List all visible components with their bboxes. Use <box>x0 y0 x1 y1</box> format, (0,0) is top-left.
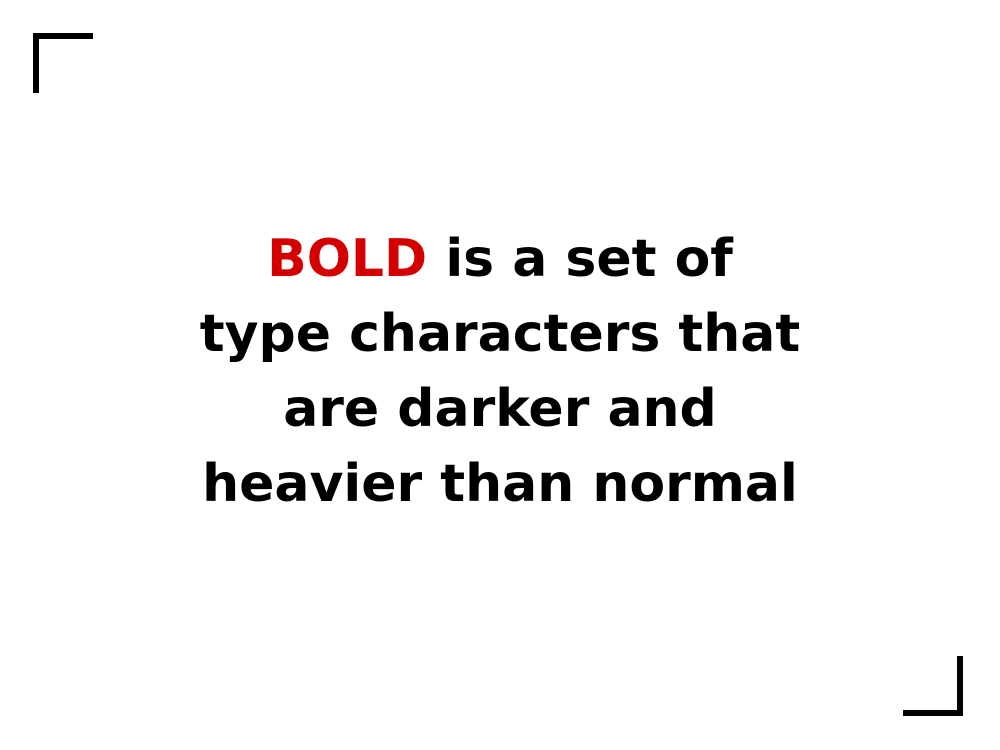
definition-line-1-rest: is a set of <box>427 229 733 289</box>
corner-bracket-top-left <box>33 33 93 93</box>
highlight-word: BOLD <box>267 229 428 289</box>
slide: BOLD is a set of type characters that ar… <box>0 0 1000 750</box>
definition-line-4: heavier than normal <box>202 454 798 514</box>
definition-line-1: BOLD is a set of <box>0 222 1000 297</box>
definition-line-3: are darker and <box>283 379 717 439</box>
definition-text: BOLD is a set of type characters that ar… <box>0 222 1000 522</box>
definition-line-2: type characters that <box>199 304 801 364</box>
corner-bracket-bottom-right <box>903 656 963 716</box>
